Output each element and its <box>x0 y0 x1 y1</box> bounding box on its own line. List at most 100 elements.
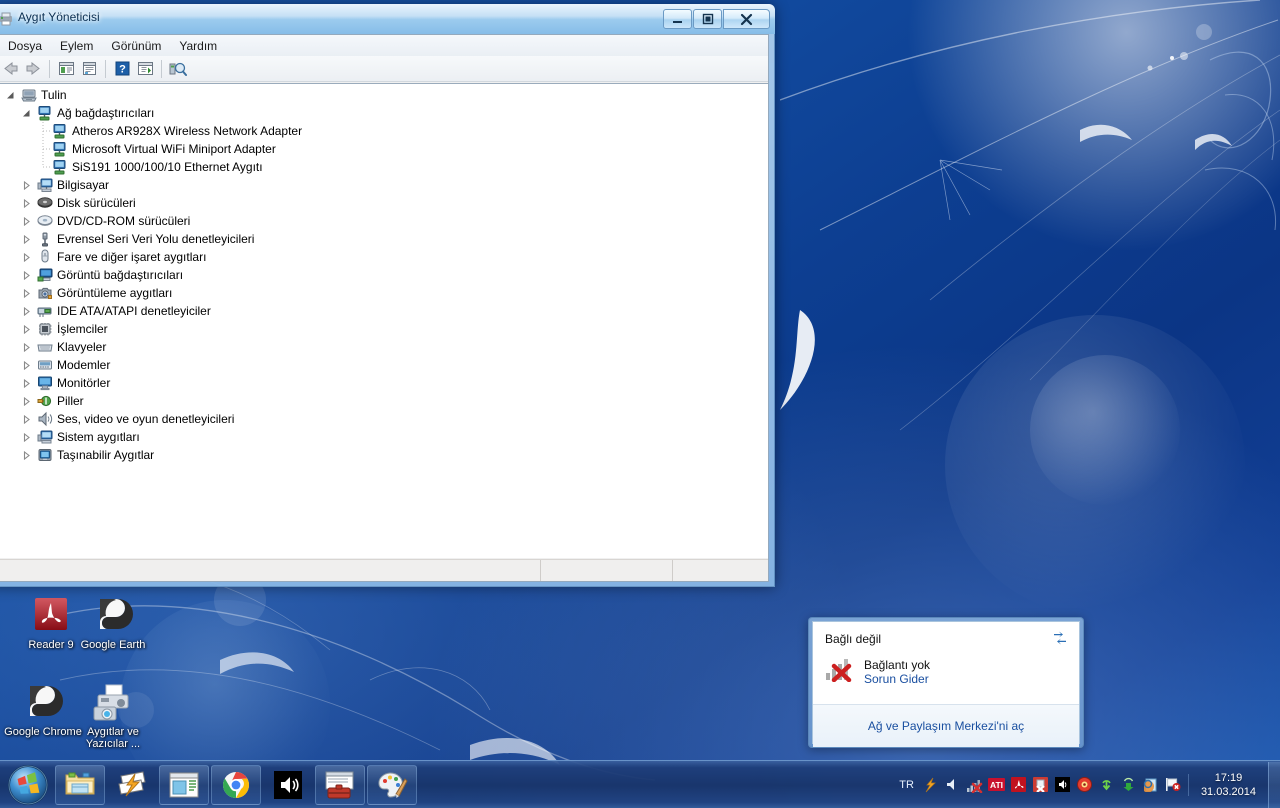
expand-arrow-closed-icon[interactable] <box>19 356 33 374</box>
expand-arrow-closed-icon[interactable] <box>19 212 33 230</box>
blue-app-icon[interactable] <box>1141 774 1161 796</box>
expand-arrow-closed-icon[interactable] <box>19 302 33 320</box>
tree-item[interactable]: Evrensel Seri Veri Yolu denetleyicileri <box>0 230 768 248</box>
properties-icon[interactable] <box>78 58 100 80</box>
taskbar[interactable]: TR ATI 17:19 31.03.2014 <box>0 760 1280 808</box>
open-network-sharing-center-link[interactable]: Ağ ve Paylaşım Merkezi'ni aç <box>868 719 1024 733</box>
desktop-icon-google-earth[interactable]: Google Earth <box>70 588 156 651</box>
device-tree[interactable]: Tulin Ağ bağdaştırıcıları Atheros AR928X W… <box>0 83 768 558</box>
tree-item[interactable]: Bilgisayar <box>0 176 768 194</box>
taskbar-button-google-chrome[interactable] <box>211 764 261 805</box>
tree-item[interactable]: Modemler <box>0 356 768 374</box>
troubleshoot-link[interactable]: Sorun Gider <box>864 672 930 686</box>
tray-language-indicator[interactable]: TR <box>899 779 914 791</box>
green-arrow-icon[interactable] <box>1119 774 1139 796</box>
tree-item[interactable]: IDE ATA/ATAPI denetleyiciler <box>0 302 768 320</box>
wallpaper-orb-small <box>1030 355 1180 505</box>
expand-arrow-closed-icon[interactable] <box>19 374 33 392</box>
status-pane-1 <box>0 560 540 581</box>
expand-arrow-closed-icon[interactable] <box>19 284 33 302</box>
update-driver-icon[interactable] <box>134 58 156 80</box>
tree-item[interactable]: SiS191 1000/100/10 Ethernet Aygıtı <box>0 158 768 176</box>
tree-item-label: Taşınabilir Aygıtlar <box>57 448 155 462</box>
menu-item-gorunum[interactable]: Görünüm <box>102 37 170 55</box>
taskbar-button-windows-explorer[interactable] <box>55 764 105 805</box>
tree-item[interactable]: Disk sürücüleri <box>0 194 768 212</box>
tree-item[interactable]: Atheros AR928X Wireless Network Adapter <box>0 122 768 140</box>
toolbar[interactable]: ? <box>0 56 768 82</box>
taskbar-button-black-speaker-app[interactable] <box>263 765 313 805</box>
tree-item[interactable]: Görüntü bağdaştırıcıları <box>0 266 768 284</box>
device-manager-window[interactable]: Aygıt Yöneticisi Dosya Eylem Görünüm Yar… <box>0 4 775 587</box>
taskbar-button-winamp[interactable] <box>107 765 157 805</box>
close-button[interactable] <box>723 9 770 29</box>
tree-item[interactable]: Ses, video ve oyun denetleyicileri <box>0 410 768 428</box>
menu-item-dosya[interactable]: Dosya <box>0 37 51 55</box>
expand-arrow-open-icon[interactable] <box>19 104 33 122</box>
acrobat-red-icon[interactable] <box>1009 774 1029 796</box>
taskbar-button-paint[interactable] <box>367 764 417 805</box>
status-pane-2 <box>541 560 672 581</box>
tree-item[interactable]: Görüntüleme aygıtları <box>0 284 768 302</box>
tree-item-label: Monitörler <box>57 376 111 390</box>
maximize-button[interactable] <box>693 9 722 29</box>
expand-arrow-closed-icon[interactable] <box>19 392 33 410</box>
network-error-icon[interactable] <box>965 774 985 796</box>
back-arrow-icon[interactable] <box>0 58 21 80</box>
keyboard-icon <box>37 339 53 355</box>
start-orb-icon[interactable] <box>2 762 54 808</box>
tree-item[interactable]: Taşınabilir Aygıtlar <box>0 446 768 464</box>
show-desktop-button[interactable] <box>1268 761 1280 808</box>
tree-item[interactable]: DVD/CD-ROM sürücüleri <box>0 212 768 230</box>
expand-arrow-closed-icon[interactable] <box>19 338 33 356</box>
tree-item[interactable]: Monitörler <box>0 374 768 392</box>
expand-arrow-closed-icon[interactable] <box>19 194 33 212</box>
ati-icon[interactable]: ATI <box>987 774 1007 796</box>
tree-item[interactable]: Ağ bağdaştırıcıları <box>0 104 768 122</box>
window-titlebar[interactable]: Aygıt Yöneticisi <box>0 4 775 34</box>
expand-arrow-open-icon[interactable] <box>3 86 17 104</box>
tray-divider <box>1187 773 1189 796</box>
desktop[interactable]: Reader 9 Google Earth Google Chrome Aygı… <box>0 0 1280 808</box>
speaker-icon[interactable] <box>943 774 963 796</box>
scan-hardware-icon[interactable] <box>167 58 189 80</box>
expand-arrow-closed-icon[interactable] <box>19 248 33 266</box>
tree-item-root[interactable]: Tulin <box>0 86 768 104</box>
tree-item[interactable]: Piller <box>0 392 768 410</box>
menu-bar[interactable]: Dosya Eylem Görünüm Yardım <box>0 35 768 56</box>
expand-arrow-closed-icon[interactable] <box>19 176 33 194</box>
tree-item[interactable]: Fare ve diğer işaret aygıtları <box>0 248 768 266</box>
winamp-tray-icon[interactable] <box>921 774 941 796</box>
forward-arrow-icon[interactable] <box>22 58 44 80</box>
tree-panel-icon[interactable] <box>55 58 77 80</box>
expand-arrow-closed-icon[interactable] <box>19 230 33 248</box>
expand-arrow-closed-icon[interactable] <box>19 428 33 446</box>
green-down-arrow-icon[interactable] <box>1097 774 1117 796</box>
desktop-icon-devices-and-printers[interactable]: Aygıtlar ve Yazıcılar ... <box>70 675 156 750</box>
usb-remove-error-icon[interactable] <box>1031 774 1051 796</box>
tree-item[interactable]: Sistem aygıtları <box>0 428 768 446</box>
expand-arrow-closed-icon[interactable] <box>19 446 33 464</box>
refresh-arrows-icon[interactable] <box>1051 630 1069 651</box>
taskbar-button-window-app[interactable] <box>159 764 209 805</box>
tree-item[interactable]: İşlemciler <box>0 320 768 338</box>
help-question-icon[interactable]: ? <box>111 58 133 80</box>
tree-item[interactable]: Microsoft Virtual WiFi Miniport Adapter <box>0 140 768 158</box>
caption-buttons[interactable] <box>663 9 770 29</box>
network-flyout[interactable]: Bağlı değil Bağlantı yok Sorun Gider Ağ … <box>808 617 1084 748</box>
flag-error-icon[interactable] <box>1163 774 1183 796</box>
expand-arrow-closed-icon[interactable] <box>19 410 33 428</box>
expand-arrow-closed-icon[interactable] <box>19 266 33 284</box>
device-manager-icon <box>0 11 14 32</box>
expand-arrow-closed-icon[interactable] <box>19 320 33 338</box>
menu-item-eylem[interactable]: Eylem <box>51 37 102 55</box>
minimize-button[interactable] <box>663 9 692 29</box>
taskbar-button-toolbox-app[interactable] <box>315 764 365 805</box>
taskbar-clock[interactable]: 17:19 31.03.2014 <box>1201 771 1256 799</box>
menu-item-yardim[interactable]: Yardım <box>170 37 226 55</box>
tree-item[interactable]: Klavyeler <box>0 338 768 356</box>
tree-item-label: Ses, video ve oyun denetleyicileri <box>57 412 235 426</box>
system-tray[interactable]: TR ATI 17:19 31.03.2014 <box>897 761 1280 808</box>
black-speaker-tray-icon[interactable] <box>1053 774 1073 796</box>
red-record-icon[interactable] <box>1075 774 1095 796</box>
